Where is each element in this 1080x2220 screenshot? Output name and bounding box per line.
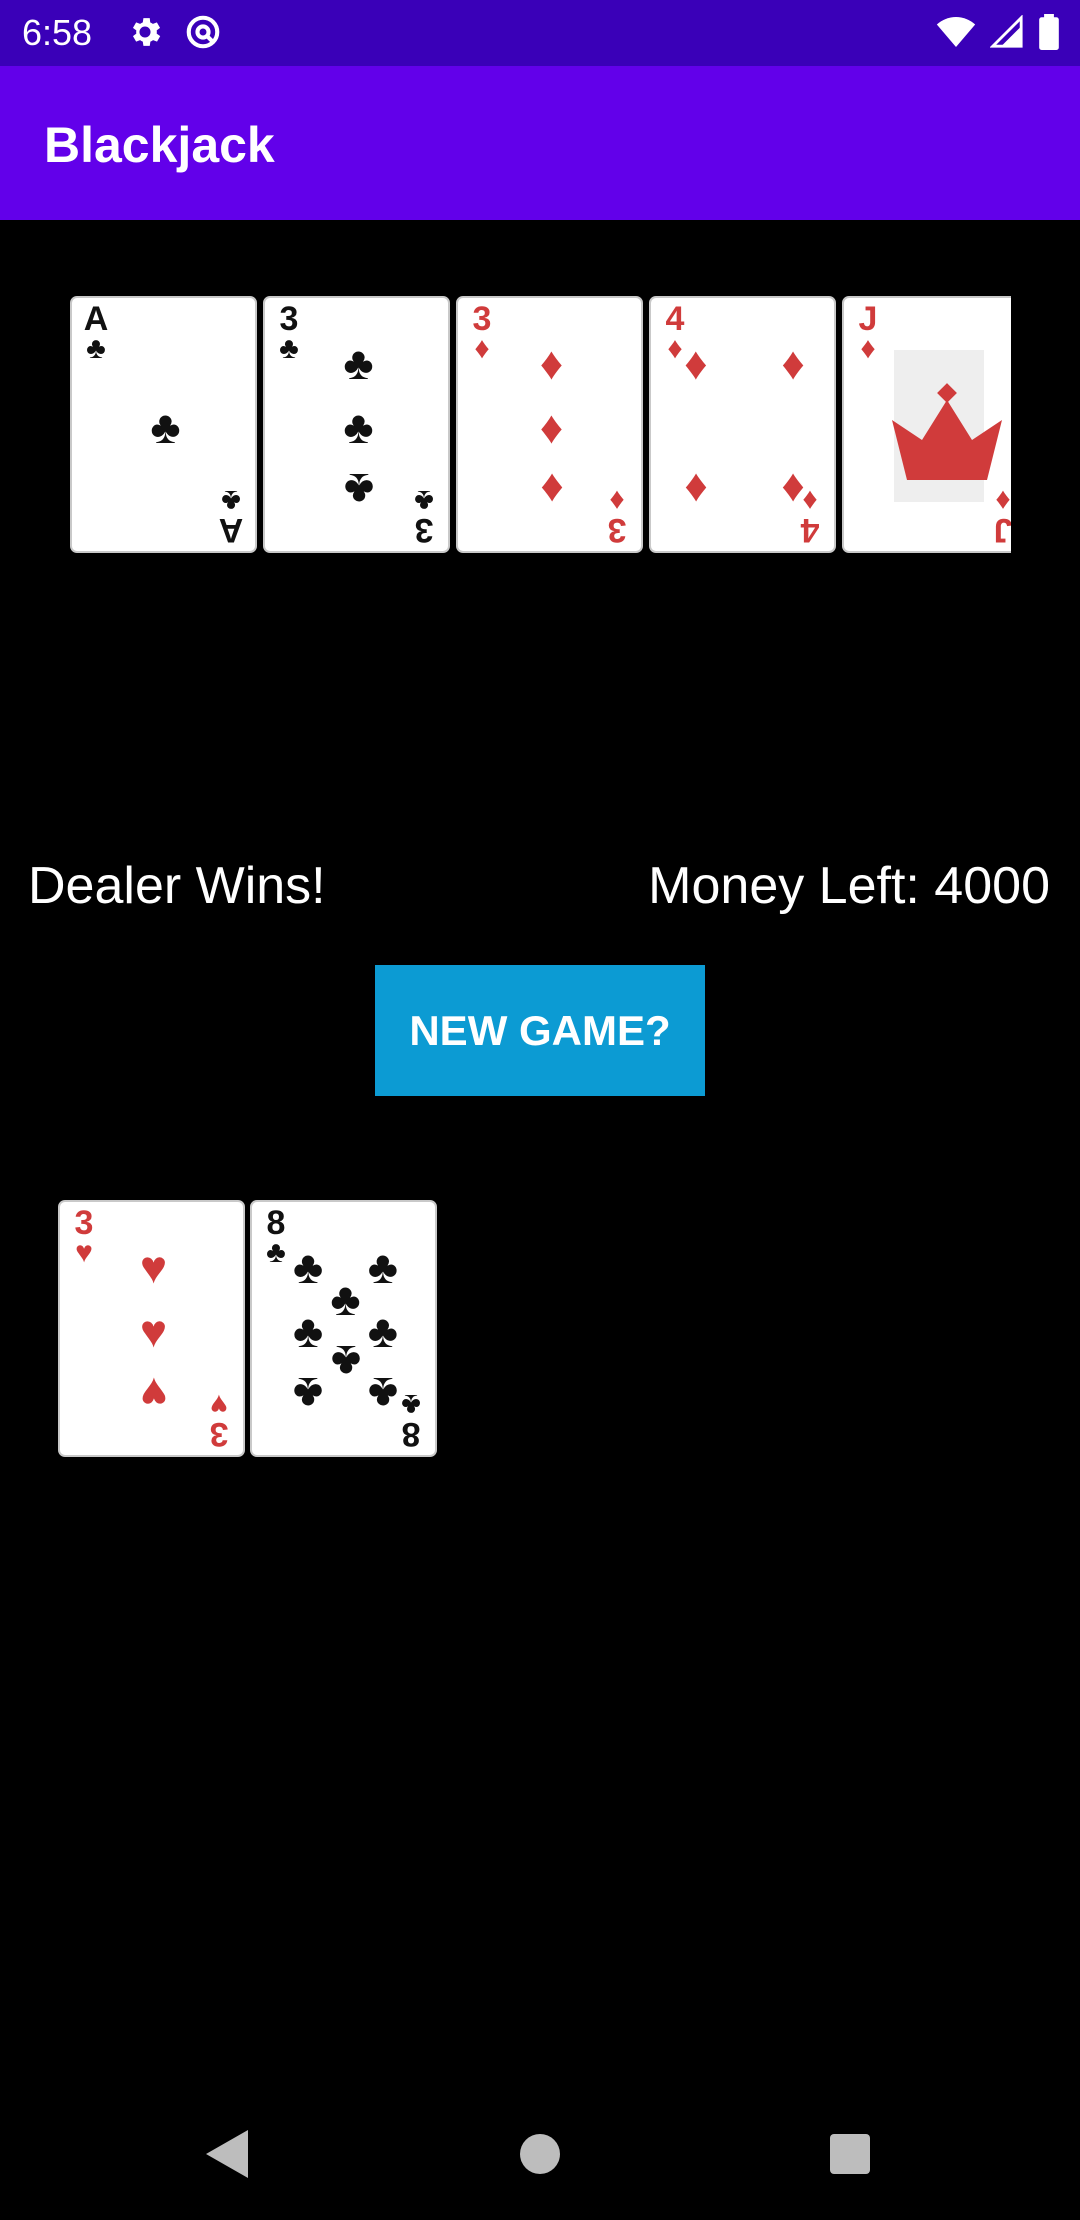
card-pip: ♣ [367,1304,398,1357]
card-suit: ♣ [279,332,299,365]
card-corner: A ♣ [80,300,112,365]
card-corner: 3 ♣ [408,484,440,549]
playing-card: 4 ♦ 4 ♦ ♦ ♦ ♦ ♦ [649,296,836,553]
card-suit: ♣ [401,1388,421,1421]
card-rank: A [218,511,244,549]
navigation-bar [0,2088,1080,2220]
card-rank: A [83,300,109,338]
card-rank: 3 [279,300,299,338]
card-suit: ♣ [86,332,106,365]
card-pip: ♣ [330,1336,361,1389]
card-suit: ♦ [995,484,1011,517]
playing-card: J ♦ J ♦ [842,296,1011,553]
card-corner: 3 ♣ [273,300,305,365]
card-pip: ♦ [539,463,564,516]
card-rank: 8 [401,1415,421,1453]
card-suit: ♥ [75,1236,93,1269]
card-pip: ♣ [367,1241,398,1294]
wifi-icon [936,17,976,47]
card-pip: ♣ [293,1304,324,1357]
home-icon[interactable] [520,2134,560,2174]
card-pip: ♦ [539,400,564,453]
card-rank: 3 [472,300,492,338]
card-corner: J ♦ [852,300,884,365]
card-rank: 3 [607,511,627,549]
card-corner: 3 ♦ [601,484,633,549]
card-rank: 4 [665,300,685,338]
card-pip: ♦ [781,463,805,516]
card-rank: 4 [800,511,820,549]
card-corner: 3 ♥ [68,1204,100,1269]
recents-icon[interactable] [830,2134,870,2174]
card-pip: ♣ [343,400,374,453]
card-pip: ♦ [781,337,805,390]
result-text: Dealer Wins! [28,857,326,915]
card-corner: J ♦ [987,484,1011,549]
card-pip: ♣ [330,1272,361,1325]
card-corner: 8 ♣ [395,1388,427,1453]
card-rank: 8 [266,1204,286,1242]
card-suit: ♦ [474,332,490,365]
playing-card: 3 ♣ 3 ♣ ♣ ♣ ♣ [263,296,450,553]
back-icon[interactable] [204,2128,250,2180]
card-suit: ♦ [609,484,625,517]
card-pip: ♥ [139,1241,168,1294]
card-pip: ♥ [139,1367,168,1420]
card-suit: ♣ [266,1236,286,1269]
status-right-icons [936,14,1060,50]
status-time: 6:58 [22,12,93,53]
card-rank: 3 [414,511,434,549]
card-pip: ♦ [684,463,708,516]
card-suit: ♦ [860,332,876,365]
money-left-text: Money Left: 4000 [648,857,1050,915]
playing-card: 8 ♣ 8 ♣ ♣ ♣ ♣ ♣ ♣ ♣ ♣ ♣ [250,1200,437,1457]
card-rank: 3 [209,1415,229,1453]
face-card-art [892,350,1002,502]
card-pip: ♣ [293,1241,324,1294]
card-corner: 3 ♥ [203,1388,235,1453]
app-bar: Blackjack [0,66,1080,220]
card-corner: 8 ♣ [260,1204,292,1269]
card-pip: ♣ [343,463,374,516]
card-corner: 3 ♦ [466,300,498,365]
card-pip: ♣ [367,1367,398,1420]
status-left-icons [126,13,222,51]
card-pip: ♦ [684,337,708,390]
card-rank: J [858,300,878,338]
player-hand: 3 ♥ 3 ♥ ♥ ♥ ♥ 8 ♣ 8 ♣ ♣ ♣ ♣ ♣ ♣ ♣ ♣ ♣ [58,1200,458,1462]
new-game-button[interactable]: NEW GAME? [375,965,705,1096]
card-corner: A ♣ [215,484,247,549]
playing-card: 3 ♦ 3 ♦ ♦ ♦ ♦ [456,296,643,553]
dealer-hand: A ♣ A ♣ ♣ 3 ♣ 3 ♣ ♣ ♣ ♣ 3 ♦ 3 ♦ ♦ ♦ ♦ 4 ♦ 4 ♦ ♦ ♦ ♦ ♦ J ♦ J ♦ [70,296,1011,557]
card-pip: ♦ [539,337,564,390]
playing-card: A ♣ A ♣ ♣ [70,296,257,553]
at-sign-icon [186,15,220,49]
signal-icon [990,15,1023,48]
card-pip: ♣ [150,400,181,453]
crown-icon [892,383,1002,480]
card-suit: ♥ [210,1388,228,1421]
card-pip: ♥ [139,1304,168,1357]
status-bar: 6:58 [0,0,1080,66]
card-suit: ♣ [414,484,434,517]
gear-icon [132,18,161,46]
card-rank: J [993,511,1011,549]
card-rank: 3 [74,1204,94,1242]
playing-card: 3 ♥ 3 ♥ ♥ ♥ ♥ [58,1200,245,1457]
card-pip: ♣ [343,337,374,390]
battery-icon [1039,14,1059,50]
card-pip: ♣ [293,1367,324,1420]
app-title: Blackjack [44,117,275,173]
